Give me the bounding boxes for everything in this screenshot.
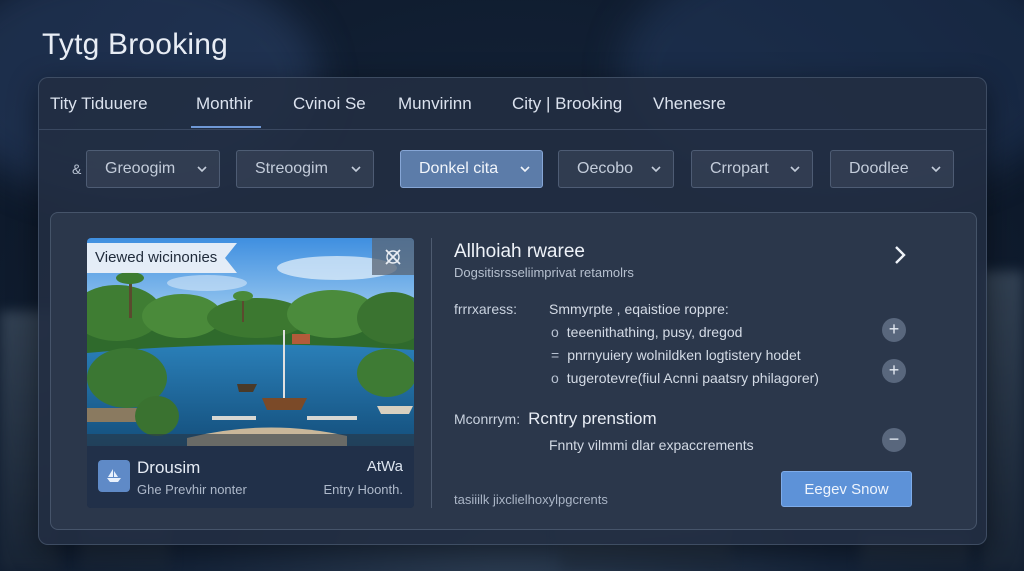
close-crossed-icon[interactable] [372, 238, 414, 275]
tab-monthir[interactable]: Monthir [191, 94, 261, 128]
feature-bullet: o [551, 370, 559, 386]
dropdown-label: Donkel cita [419, 160, 499, 177]
chevron-down-icon [651, 166, 661, 173]
feature-item: Smmyrpte , eqaistioe roppre: [549, 301, 729, 317]
feature-text: tugerotevre(fiul Acnni paatsry philagore… [566, 370, 819, 386]
chevron-down-icon [520, 166, 530, 173]
feature-bullet: = [551, 347, 560, 363]
features-label: frrrxaress: [454, 301, 517, 317]
dropdown-label: Oecobo [577, 160, 634, 177]
boat-icon [98, 460, 130, 492]
dropdown-label: Greoogim [105, 160, 176, 177]
primary-action-button[interactable]: Eegev Snow [781, 471, 912, 507]
app-title: Tytg Brooking [42, 28, 229, 61]
chevron-down-icon [790, 166, 800, 173]
listing-name: Drousim [137, 458, 201, 477]
photo-badge: Viewed wicinonies [87, 243, 237, 273]
feature-item: o teeenithathing, pusy, dregod [551, 324, 742, 340]
dropdown-greoogim[interactable]: Greoogim [86, 150, 220, 188]
vertical-divider [431, 238, 432, 508]
details-subtitle: Dogsitisrsseliimprivat retamolrs [454, 265, 634, 280]
booking-panel: Tity Tiduuere Monthir Cvinoi Se Munvirin… [38, 77, 987, 545]
chevron-right-icon[interactable] [891, 243, 909, 267]
listing-card: Viewed wicinonies Drousim Ghe Prevhir no… [50, 212, 977, 530]
feature-item: = pnrnyuiery wolnildken logtistery hodet [551, 347, 801, 363]
listing-photo-card[interactable]: Viewed wicinonies Drousim Ghe Prevhir no… [87, 238, 414, 508]
dropdown-crropart[interactable]: Crropart [691, 150, 813, 188]
listing-subtitle: Ghe Prevhir nonter [137, 482, 247, 497]
tab-tity-tiduuere[interactable]: Tity Tiduuere [50, 94, 148, 114]
remove-button[interactable]: − [882, 428, 906, 452]
tab-city-brooking[interactable]: City | Brooking [512, 94, 622, 114]
feature-item: o tugerotevre(fiul Acnni paatsry philagor… [551, 370, 819, 386]
section-text: Fnnty vilmmi dlar expaccrements [549, 437, 754, 453]
add-button[interactable]: + [882, 318, 906, 342]
feature-text: teeenithathing, pusy, dregod [566, 324, 743, 340]
dropdown-oecobo[interactable]: Oecobo [558, 150, 674, 188]
section-label: Mconrrym: [454, 411, 521, 427]
chevron-down-icon [197, 166, 207, 173]
listing-meta-top: AtWa [366, 458, 403, 475]
footer-note: tasiiilk jixclielhoxylpgcrents [454, 492, 608, 507]
dropdown-doodlee[interactable]: Doodlee [830, 150, 954, 188]
chevron-down-icon [351, 166, 361, 173]
section-title: Rcntry prenstiom [528, 409, 657, 428]
dropdown-streoogim[interactable]: Streoogim [236, 150, 374, 188]
add-button[interactable]: + [882, 359, 906, 383]
tab-cvinoi-se[interactable]: Cvinoi Se [293, 94, 366, 114]
listing-meta-bottom: Entry Hoonth. [323, 482, 404, 497]
feature-text: pnrnyuiery wolnildken logtistery hodet [567, 347, 801, 363]
dropdown-label: Streoogim [255, 160, 328, 177]
tab-vhenesre[interactable]: Vhenesre [653, 94, 726, 114]
tab-bar: Tity Tiduuere Monthir Cvinoi Se Munvirin… [39, 78, 986, 130]
photo-footer: Drousim Ghe Prevhir nonter AtWa Entry Ho… [87, 446, 414, 508]
chevron-down-icon [931, 166, 941, 173]
filter-prefix: & [72, 161, 82, 177]
tab-munvirinn[interactable]: Munvirinn [398, 94, 472, 114]
feature-bullet: o [551, 324, 559, 340]
dropdown-donkel-cita[interactable]: Donkel cita [400, 150, 543, 188]
section-heading: Mconrrym: Rcntry prenstiom [454, 409, 657, 429]
details-title: Allhoiah rwaree [454, 241, 585, 262]
dropdown-label: Doodlee [849, 160, 909, 177]
dropdown-label: Crropart [710, 160, 769, 177]
